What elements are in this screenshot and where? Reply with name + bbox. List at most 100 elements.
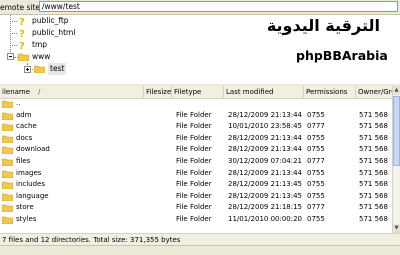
- folder-icon: [2, 158, 13, 166]
- file-permissions: 0755: [307, 180, 325, 189]
- file-modified: 10/01/2010 23:58:45: [228, 122, 303, 131]
- table-row[interactable]: includes File Folder 28/12/2009 21:13:45…: [0, 179, 392, 191]
- question-folder-icon: ?: [19, 29, 25, 38]
- file-owner: 571 568: [359, 110, 388, 119]
- folder-icon: [2, 193, 13, 201]
- file-permissions: 0755: [307, 215, 325, 223]
- vertical-scrollbar[interactable]: ▲ ▼: [392, 86, 400, 233]
- column-header-owner-group[interactable]: Owner/Grou: [356, 86, 392, 98]
- table-row[interactable]: ..: [0, 98, 392, 110]
- file-type: File Folder: [176, 157, 212, 165]
- logo-english-text: phpBBArabia: [296, 48, 388, 63]
- file-type: File Folder: [176, 203, 212, 212]
- file-type: File Folder: [176, 215, 212, 223]
- file-type: File Folder: [176, 168, 212, 177]
- file-permissions: 0777: [307, 203, 325, 212]
- tree-item-label: public_html: [32, 28, 76, 37]
- collapse-toggle[interactable]: [7, 53, 14, 60]
- file-owner: 571 568: [359, 133, 388, 142]
- file-type: File Folder: [176, 180, 212, 189]
- remote-panel: emote site: /www/test ? public_ftp ? pub…: [0, 0, 400, 84]
- file-name: download: [16, 145, 50, 154]
- file-owner: 571 568: [359, 157, 388, 165]
- logo-arabic-text: الترقية اليدوية: [266, 16, 380, 35]
- table-row[interactable]: docs File Folder 28/12/2009 21:13:44 075…: [0, 133, 392, 145]
- file-modified: 28/12/2009 21:13:44: [228, 133, 303, 142]
- scroll-up-arrow-icon[interactable]: ▲: [393, 86, 400, 95]
- remote-file-list: .. adm File Folder 28/12/2009 21:13:44 0…: [0, 98, 392, 233]
- file-type: File Folder: [176, 191, 212, 200]
- table-row[interactable]: adm File Folder 28/12/2009 21:13:44 0755…: [0, 110, 392, 122]
- scroll-down-arrow-icon[interactable]: ▼: [393, 224, 400, 233]
- column-header-filename[interactable]: ilename /: [0, 86, 144, 98]
- folder-icon: [2, 170, 13, 178]
- file-modified: 28/12/2009 21:13:45: [228, 180, 303, 189]
- file-name: language: [16, 191, 49, 200]
- file-type: File Folder: [176, 133, 212, 142]
- column-header-permissions[interactable]: Permissions: [304, 86, 356, 98]
- file-permissions: 0755: [307, 168, 325, 177]
- column-header-filetype[interactable]: Filetype: [172, 86, 224, 98]
- file-modified: 28/12/2009 21:18:15: [228, 203, 303, 212]
- column-header-filesize[interactable]: Filesize: [144, 86, 172, 98]
- file-modified: 28/12/2009 21:13:44: [228, 145, 303, 154]
- file-modified: 28/12/2009 21:13:44: [228, 110, 303, 119]
- question-folder-icon: ?: [19, 17, 25, 26]
- folder-icon: [2, 181, 13, 190]
- tree-item-label: www: [32, 52, 51, 61]
- table-row[interactable]: files File Folder 30/12/2009 07:04:21 07…: [0, 156, 392, 168]
- folder-icon: [2, 147, 13, 155]
- scrollbar-thumb[interactable]: [393, 96, 400, 166]
- folder-icon: [2, 112, 13, 120]
- tree-item-label: test: [48, 63, 67, 75]
- file-owner: 571 568: [359, 122, 388, 131]
- file-name: docs: [16, 133, 33, 142]
- file-name: cache: [16, 122, 37, 131]
- file-name: images: [16, 168, 42, 177]
- svg-text:?: ?: [19, 29, 25, 38]
- question-folder-icon: ?: [19, 41, 25, 50]
- file-modified: 30/12/2009 07:04:21: [228, 157, 303, 165]
- folder-icon: [2, 100, 13, 108]
- file-owner: 571 568: [359, 145, 388, 154]
- folder-icon: [18, 53, 29, 61]
- table-row[interactable]: store File Folder 28/12/2009 21:18:15 07…: [0, 202, 392, 214]
- table-row[interactable]: cache File Folder 10/01/2010 23:58:45 07…: [0, 121, 392, 133]
- folder-icon: [2, 216, 13, 224]
- file-type: File Folder: [176, 122, 212, 131]
- file-modified: 28/12/2009 21:13:45: [228, 191, 303, 200]
- status-bar: 7 files and 12 directories. Total size: …: [0, 233, 400, 245]
- sort-indicator: /: [38, 88, 41, 96]
- file-owner: 571 568: [359, 168, 388, 177]
- file-permissions: 0777: [307, 122, 325, 131]
- file-permissions: 0755: [307, 145, 325, 154]
- folder-icon: [2, 205, 13, 213]
- file-permissions: 0777: [307, 157, 325, 165]
- tree-item-label: public_ftp: [32, 16, 69, 25]
- file-name: ..: [16, 99, 21, 107]
- expand-toggle[interactable]: [24, 66, 31, 73]
- file-modified: 11/01/2010 00:00:20: [228, 215, 303, 223]
- table-row[interactable]: download File Folder 28/12/2009 21:13:44…: [0, 144, 392, 156]
- tree-item-label: tmp: [32, 40, 48, 49]
- file-name: styles: [16, 215, 37, 223]
- table-row[interactable]: images File Folder 28/12/2009 21:13:44 0…: [0, 168, 392, 180]
- table-row[interactable]: styles File Folder 11/01/2010 00:00:20 0…: [0, 214, 392, 226]
- remote-site-label: emote site:: [0, 3, 43, 12]
- file-name: includes: [16, 180, 46, 189]
- column-header-last-modified[interactable]: Last modified: [224, 86, 304, 98]
- svg-text:?: ?: [19, 41, 25, 50]
- file-modified: 28/12/2009 21:13:44: [228, 168, 303, 177]
- file-owner: 571 568: [359, 191, 388, 200]
- file-owner: 571 568: [359, 203, 388, 212]
- table-row[interactable]: language File Folder 28/12/2009 21:13:45…: [0, 191, 392, 203]
- file-owner: 571 568: [359, 215, 388, 223]
- remote-site-input[interactable]: /www/test: [39, 1, 398, 12]
- file-type: File Folder: [176, 110, 212, 119]
- remote-directory-tree: ? public_ftp ? public_html ? tmp www tes…: [0, 15, 270, 84]
- file-type: File Folder: [176, 145, 212, 154]
- file-name: adm: [16, 110, 32, 119]
- file-name: files: [16, 157, 31, 165]
- folder-icon: [2, 123, 13, 132]
- file-permissions: 0755: [307, 133, 325, 142]
